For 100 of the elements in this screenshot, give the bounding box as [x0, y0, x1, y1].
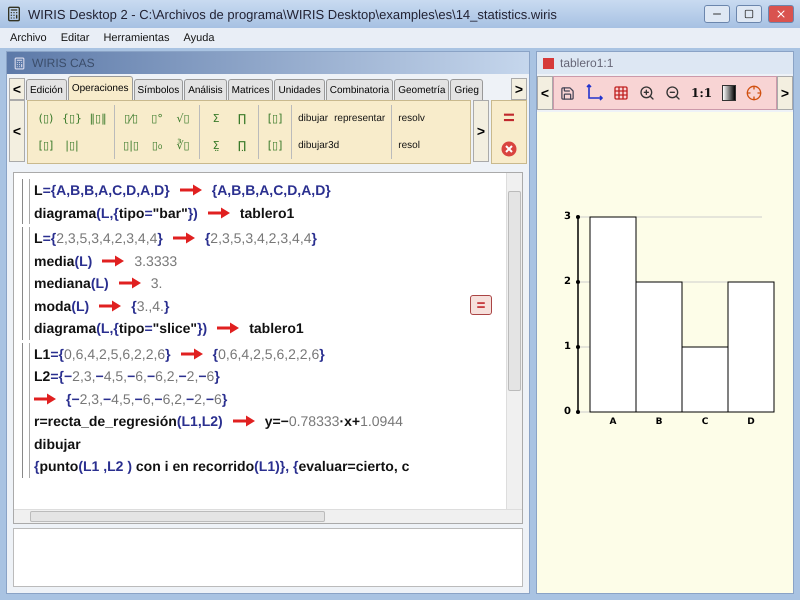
math-input[interactable]: L={2,3,5,3,4,2,3,4,4} [34, 230, 163, 246]
crosshair-button[interactable] [746, 85, 762, 101]
menu-item[interactable]: Archivo [10, 32, 47, 44]
zoom-in-icon [639, 85, 655, 101]
template-button[interactable]: [▯] [263, 139, 288, 152]
template-button[interactable]: ‖▯‖ [86, 112, 110, 125]
template-button[interactable]: [▯] [34, 139, 58, 152]
tab[interactable]: Edición [26, 79, 67, 100]
command-button[interactable]: dibujar3d [296, 140, 342, 151]
close-button[interactable] [768, 5, 794, 23]
math-result: {2,3,5,3,4,2,3,4,4} [204, 230, 317, 246]
axis-category-label: D [747, 416, 755, 426]
maximize-button[interactable] [736, 5, 762, 23]
window-title: WIRIS Desktop 2 - C:\Archivos de programa\WIRIS Desktop\examples\es\14_statistics.wiris [28, 6, 558, 22]
math-result: {A,B,B,A,C,D,A,D} [212, 182, 331, 198]
tab[interactable]: Operaciones [68, 76, 133, 100]
evaluate-button[interactable]: = [503, 108, 515, 128]
math-result: tablero1 [249, 320, 304, 336]
horizontal-scrollbar[interactable] [14, 509, 522, 523]
math-input[interactable]: r=recta_de_regresión(L1,L2) [34, 413, 223, 430]
tab[interactable]: Símbolos [134, 79, 184, 100]
math-input[interactable]: L2={−2,3,−4,5,−6,−6,2,−2,−6} [34, 368, 220, 384]
zoom-out-button[interactable] [665, 85, 681, 101]
command-button[interactable]: representar [332, 113, 388, 124]
gradient-icon[interactable] [722, 85, 736, 101]
panel-title: WIRIS CAS [32, 56, 95, 70]
template-button[interactable]: |▯| [60, 139, 84, 152]
template-button[interactable]: ▯₀ [145, 139, 170, 152]
scroll-left-button[interactable]: < [537, 76, 553, 110]
math-result: 3.3333 [134, 252, 178, 269]
tab[interactable]: Unidades [274, 79, 325, 100]
axes-icon[interactable] [585, 84, 603, 102]
math-result: y=−0.78333·x+1.0944 [264, 413, 403, 430]
tab[interactable]: Geometría [394, 79, 450, 100]
math-input[interactable]: L1={0,6,4,2,5,6,2,2,6} [34, 346, 171, 362]
arrow-icon [180, 348, 203, 360]
math-input[interactable]: diagrama(L,{tipo="slice"}) [34, 320, 208, 336]
tab[interactable]: Matrices [228, 79, 274, 100]
scroll-left-button[interactable]: < [9, 100, 25, 162]
menu-item[interactable]: Ayuda [183, 32, 214, 44]
template-button[interactable]: ▯⁄▯ [119, 112, 144, 125]
math-result: {0,6,4,2,5,6,2,2,6} [212, 346, 325, 362]
maximize-icon [744, 9, 754, 19]
calculator-icon [13, 56, 26, 70]
menu-item[interactable]: Herramientas [103, 32, 170, 44]
math-result: 3. [150, 275, 162, 292]
command-button[interactable]: dibujar [296, 113, 330, 124]
math-input[interactable]: dibujar [34, 436, 81, 452]
save-icon [560, 86, 575, 100]
arrow-icon [208, 206, 230, 219]
arrow-icon [118, 277, 141, 290]
template-button[interactable]: √▯ [171, 112, 196, 125]
vertical-scrollbar[interactable] [506, 173, 522, 509]
template-button[interactable]: Σ [204, 112, 228, 125]
cancel-icon[interactable] [501, 140, 517, 156]
math-input[interactable]: moda(L) [34, 298, 90, 314]
scroll-right-button[interactable]: > [473, 100, 489, 162]
math-input[interactable]: L={A,B,B,A,C,D,A,D} [34, 182, 170, 198]
axis-tick-label: 1 [564, 340, 571, 352]
template-button[interactable]: ∛▯ [171, 139, 196, 152]
template-button[interactable]: ▯|▯ [119, 139, 144, 152]
scroll-left-button[interactable]: < [9, 78, 25, 100]
math-input[interactable]: mediana(L) [34, 275, 109, 292]
command-button[interactable]: resol [396, 140, 422, 151]
math-input[interactable]: media(L) [34, 252, 92, 269]
menu-item[interactable]: Editar [60, 32, 90, 44]
template-button[interactable]: {▯} [60, 112, 84, 125]
zoom-in-button[interactable] [639, 85, 655, 101]
template-button[interactable]: ∏ [230, 112, 254, 125]
arrow-icon [102, 254, 124, 267]
tab[interactable]: Análisis [184, 79, 227, 100]
panel-title: tablero1:1 [560, 56, 614, 70]
axis-category-label: C [702, 416, 708, 426]
arrow-icon [172, 232, 195, 244]
calculator-icon [6, 6, 22, 22]
arrow-icon [34, 392, 56, 405]
template-button[interactable]: ▯° [145, 112, 170, 125]
axis-tick-label: 0 [564, 406, 571, 416]
command-button[interactable]: resolv [396, 113, 427, 124]
template-button[interactable]: ∏̤ [230, 139, 254, 152]
scroll-right-button[interactable]: > [777, 76, 793, 110]
template-button[interactable]: [▯] [263, 112, 288, 125]
tab[interactable]: Grieg [450, 79, 483, 100]
crosshair-icon [746, 85, 762, 101]
save-button[interactable] [560, 86, 575, 100]
evaluate-button[interactable]: = [470, 295, 492, 315]
zoom-out-icon [665, 85, 681, 101]
math-input[interactable]: {punto(L1 ,L2 ) con i en recorrido(L1)}, {evaluar=cierto, c [34, 458, 410, 474]
scale-button[interactable]: 1:1 [691, 86, 712, 100]
input-field[interactable] [13, 528, 523, 587]
axis-category-label: A [610, 416, 616, 426]
arrow-icon [99, 300, 122, 312]
template-button[interactable]: (▯) [34, 112, 58, 125]
math-input[interactable]: diagrama(L,{tipo="bar"}) [34, 204, 198, 221]
axis-tick-label: 3 [564, 210, 571, 222]
template-button[interactable]: Σ̤ [204, 139, 228, 152]
tab[interactable]: Combinatoria [326, 79, 394, 100]
grid-button[interactable] [613, 85, 629, 101]
minimize-button[interactable] [704, 5, 730, 23]
scroll-right-button[interactable]: > [511, 78, 527, 100]
